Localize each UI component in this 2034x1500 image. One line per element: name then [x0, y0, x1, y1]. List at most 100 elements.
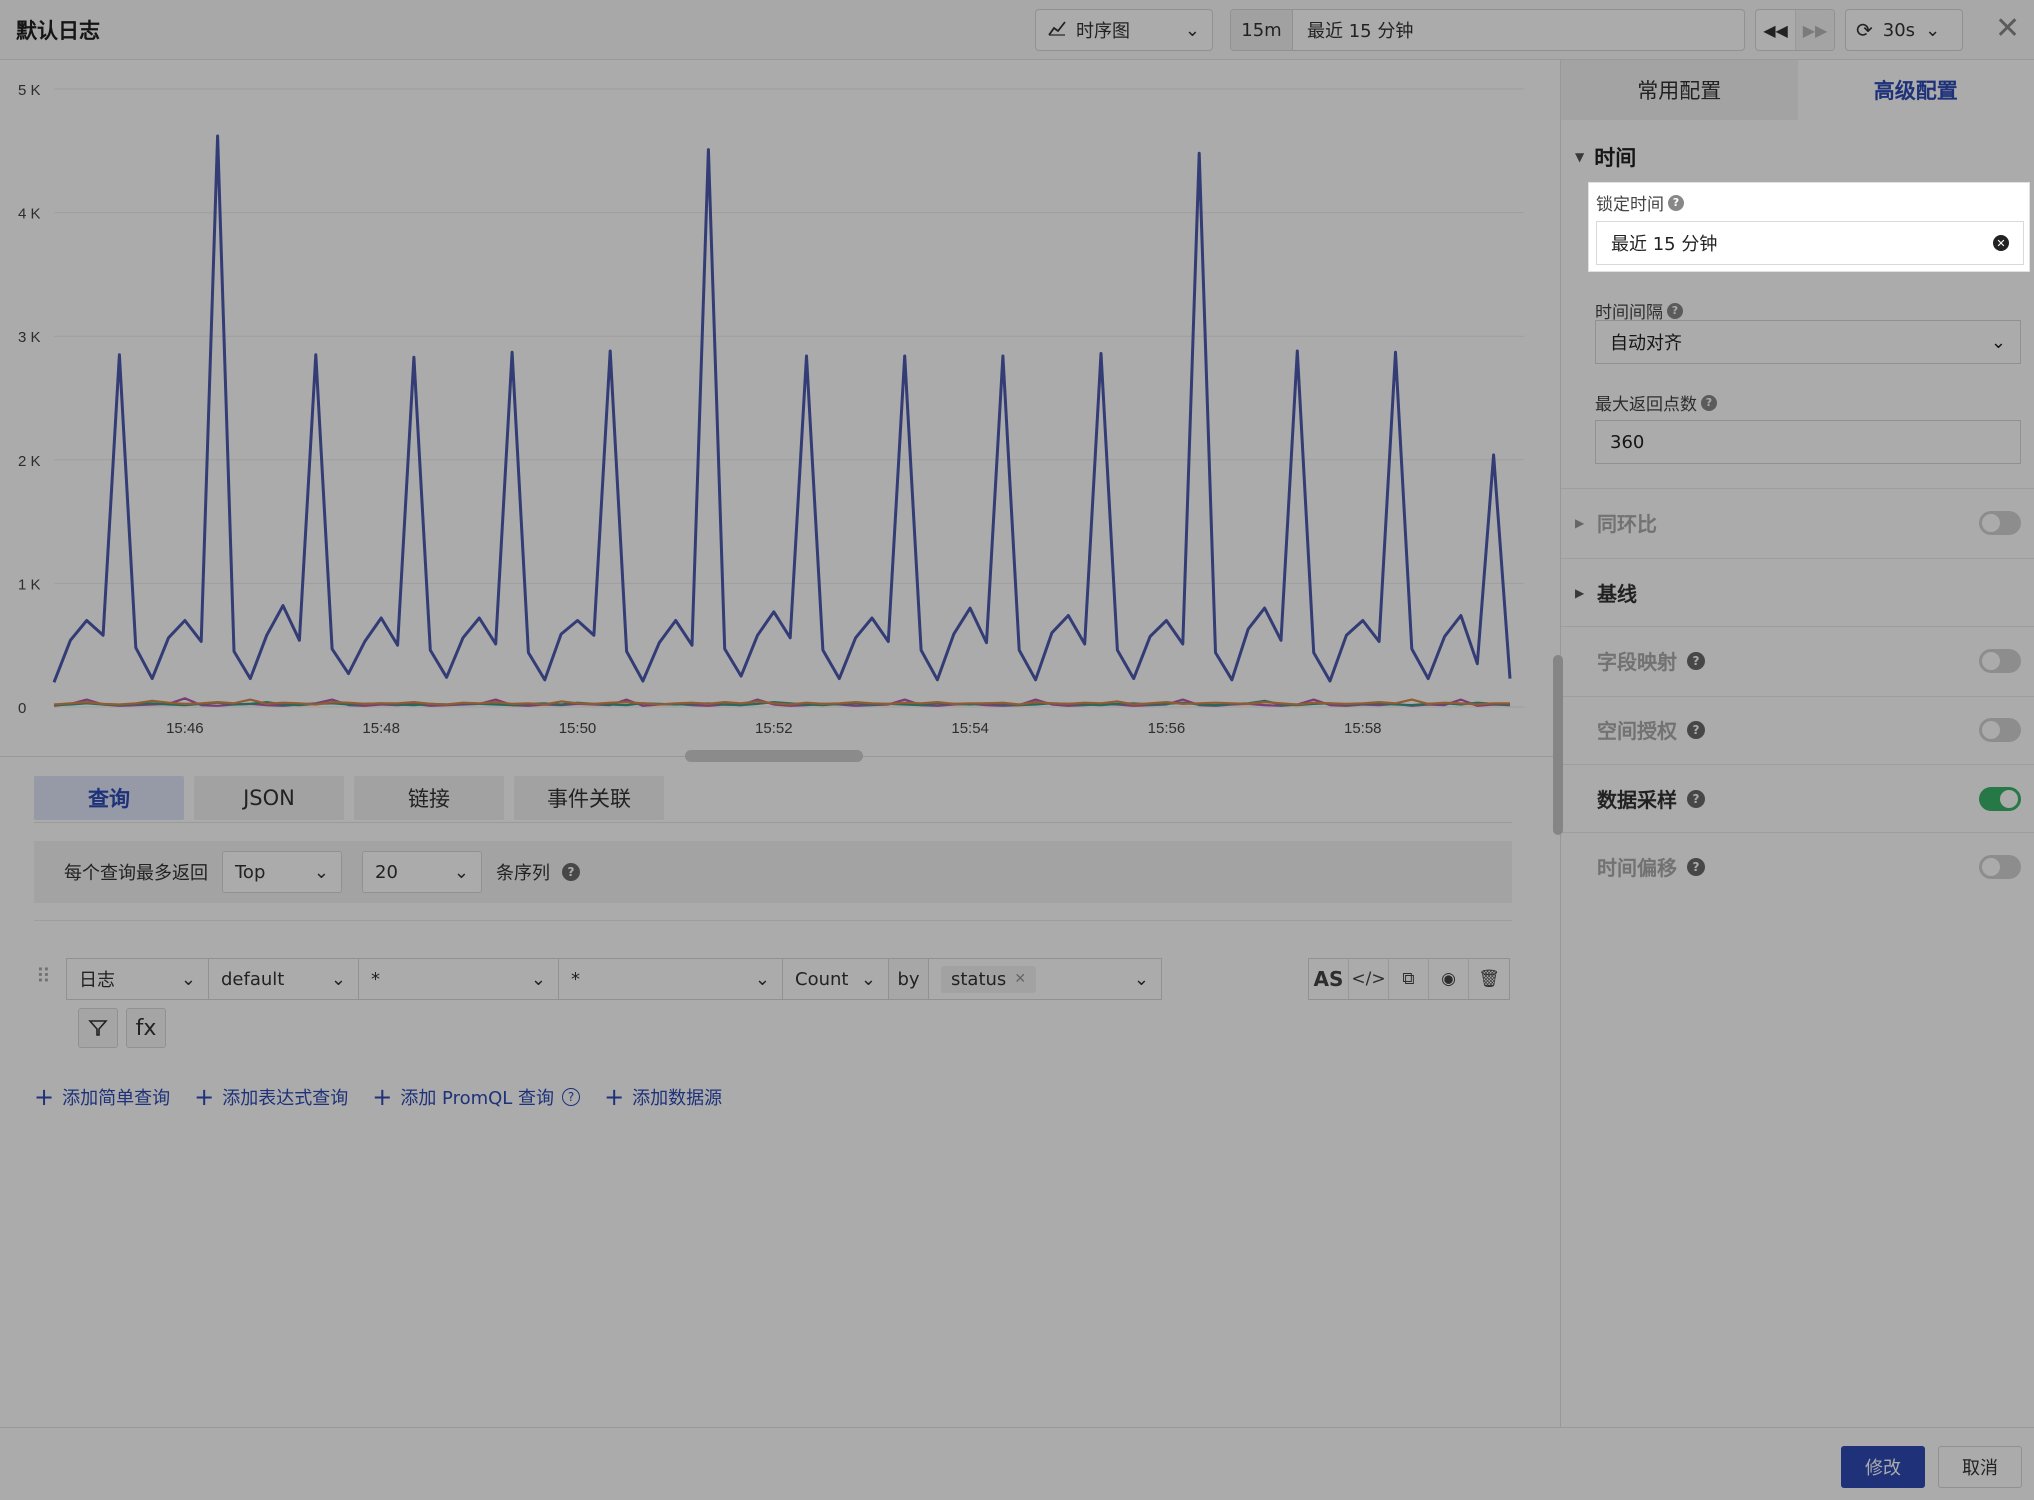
viz-type-label: 时序图 — [1076, 21, 1130, 42]
x-tick-label: 15:56 — [1148, 720, 1186, 737]
max-points-value: 360 — [1610, 431, 1645, 453]
modify-button[interactable]: 修改 — [1841, 1446, 1925, 1488]
limit-count-select[interactable]: 20 ⌄ — [362, 851, 482, 893]
tab-common-config[interactable]: 常用配置 — [1561, 60, 1798, 120]
close-icon[interactable]: ✕ — [1995, 10, 2020, 48]
help-icon[interactable]: ? — [1668, 194, 1684, 211]
sampling-row: 数据采样 ? — [1575, 784, 2021, 813]
plus-icon: + — [604, 1083, 625, 1111]
add-expression-query-link[interactable]: + 添加表达式查询 — [194, 1084, 348, 1110]
forward-icon[interactable]: ▶▶ — [1794, 10, 1834, 50]
time-offset-toggle[interactable] — [1979, 854, 2021, 879]
tab-query[interactable]: 查询 — [34, 776, 184, 820]
refresh-icon[interactable]: ⟳ — [1856, 18, 1873, 42]
add-datasource-link[interactable]: + 添加数据源 — [604, 1084, 722, 1110]
add-promql-query-link[interactable]: + 添加 PromQL 查询? — [372, 1084, 581, 1110]
alias-button[interactable]: AS — [1309, 959, 1349, 999]
function-button[interactable]: fx — [126, 1008, 166, 1048]
x-tick-label: 15:54 — [951, 720, 989, 737]
group-by-select[interactable]: status ✕ ⌄ — [929, 959, 1161, 999]
x-tick-label: 15:50 — [559, 720, 597, 737]
trash-icon[interactable]: 🗑 — [1469, 959, 1509, 999]
time-range-short: 15m — [1231, 10, 1293, 50]
x-tick-label: 15:46 — [166, 720, 204, 737]
viz-type-select[interactable]: 时序图 ⌄ — [1035, 9, 1213, 51]
help-icon[interactable]: ? — [562, 863, 580, 881]
lock-time-label: 锁定时间? — [1596, 190, 1684, 215]
tab-event-correlation[interactable]: 事件关联 — [514, 776, 664, 820]
by-label: by — [889, 959, 929, 999]
add-datasource-label: 添加数据源 — [632, 1088, 723, 1109]
time-section-header[interactable]: ▼ 时间 — [1575, 142, 1636, 172]
sampling-toggle[interactable] — [1979, 786, 2021, 811]
limit-mode-select[interactable]: Top ⌄ — [222, 851, 342, 893]
caret-right-icon: ▶ — [1575, 585, 1585, 600]
field-select-1[interactable]: * ⌄ — [359, 959, 559, 999]
y-tick-label: 5 K — [18, 82, 41, 99]
chevron-down-icon: ⌄ — [180, 968, 196, 990]
footer: 修改 取消 — [0, 1427, 2034, 1500]
interval-select[interactable]: 自动对齐 ⌄ — [1595, 320, 2021, 364]
divider — [1561, 626, 2034, 627]
add-simple-query-link[interactable]: + 添加简单查询 — [34, 1084, 170, 1110]
limit-mode-value: Top — [235, 861, 266, 883]
help-icon[interactable]: ? — [1687, 857, 1705, 876]
cancel-button[interactable]: 取消 — [1938, 1446, 2022, 1488]
baseline-label: 基线 — [1597, 582, 1637, 606]
resize-handle[interactable] — [685, 750, 863, 762]
clear-icon[interactable]: ✕ — [1993, 235, 2009, 251]
help-icon[interactable]: ? — [1687, 651, 1705, 670]
field-mapping-row: 字段映射 ? — [1575, 646, 2021, 675]
help-icon[interactable]: ? — [1687, 720, 1705, 739]
source-select[interactable]: 日志 ⌄ — [67, 959, 209, 999]
help-icon[interactable]: ? — [1687, 789, 1705, 808]
tab-advanced-config[interactable]: 高级配置 — [1797, 60, 2034, 120]
y-tick-label: 2 K — [18, 453, 41, 470]
limit-label: 每个查询最多返回 — [64, 863, 208, 884]
index-select[interactable]: default ⌄ — [209, 959, 359, 999]
remove-tag-icon[interactable]: ✕ — [1014, 971, 1026, 987]
chevron-down-icon: ⌄ — [453, 861, 469, 883]
lock-time-spotlight: 锁定时间? 最近 15 分钟 ✕ — [1588, 182, 2030, 272]
code-icon[interactable]: </> — [1349, 959, 1389, 999]
time-range-picker[interactable]: 15m 最近 15 分钟 — [1230, 9, 1745, 51]
chevron-down-icon: ⌄ — [1990, 331, 2006, 353]
query-extra-buttons: fx — [78, 1008, 166, 1048]
help-icon[interactable]: ? — [562, 1088, 581, 1106]
interval-value: 自动对齐 — [1610, 333, 1682, 354]
max-points-input[interactable]: 360 — [1595, 420, 2021, 464]
chevron-down-icon: ⌄ — [330, 968, 346, 990]
tab-json[interactable]: JSON — [194, 776, 344, 820]
chevron-down-icon: ⌄ — [754, 968, 770, 990]
baseline-row[interactable]: ▶ 基线 — [1575, 578, 2021, 607]
lock-time-value: 最近 15 分钟 — [1611, 234, 1718, 255]
drag-handle-icon[interactable]: ⠿ — [36, 964, 51, 988]
help-icon[interactable]: ? — [1667, 302, 1683, 319]
tab-links[interactable]: 链接 — [354, 776, 504, 820]
compare-toggle[interactable] — [1979, 510, 2021, 535]
plus-icon: + — [194, 1083, 215, 1111]
add-query-links: + 添加简单查询 + 添加表达式查询 + 添加 PromQL 查询? + 添加数据源 — [34, 1084, 722, 1110]
field-mapping-toggle[interactable] — [1979, 648, 2021, 673]
aggregation-select[interactable]: Count ⌄ — [783, 959, 889, 999]
help-icon[interactable]: ? — [1701, 394, 1717, 411]
chevron-down-icon: ⌄ — [530, 968, 546, 990]
copy-icon[interactable]: ⧉ — [1389, 959, 1429, 999]
filter-icon[interactable] — [78, 1008, 118, 1048]
time-section-label: 时间 — [1594, 146, 1637, 170]
space-auth-toggle[interactable] — [1979, 717, 2021, 742]
y-tick-label: 0 — [18, 700, 26, 717]
aggregation-value: Count — [795, 968, 849, 990]
settings-tabs: 常用配置 高级配置 — [1561, 60, 2034, 120]
series-line-1[interactable] — [52, 134, 1512, 683]
refresh-control[interactable]: ⟳ 30s ⌄ — [1845, 9, 1963, 51]
query-tabs: 查询 JSON 链接 事件关联 — [34, 776, 664, 820]
field-select-2[interactable]: * ⌄ — [559, 959, 783, 999]
chevron-down-icon: ⌄ — [313, 861, 329, 883]
lock-time-input[interactable]: 最近 15 分钟 ✕ — [1596, 221, 2024, 265]
scrollbar-thumb[interactable] — [1553, 655, 1563, 835]
rewind-icon[interactable]: ◀◀ — [1756, 10, 1795, 50]
chevron-down-icon: ⌄ — [1133, 968, 1149, 990]
y-tick-label: 4 K — [18, 206, 41, 223]
eye-icon[interactable]: ◉ — [1429, 959, 1469, 999]
